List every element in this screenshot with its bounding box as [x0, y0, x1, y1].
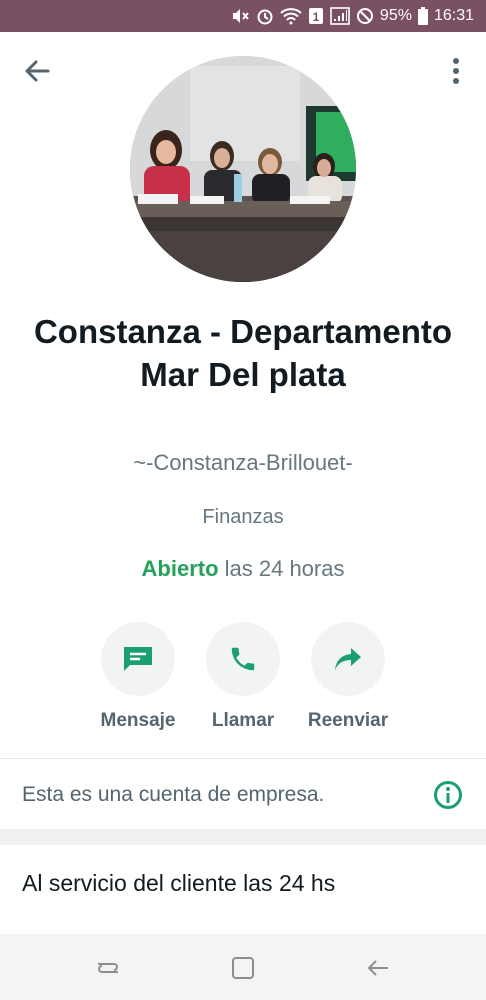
more-options-button[interactable] [440, 54, 472, 88]
battery-percent: 95% [379, 7, 412, 24]
call-label: Llamar [211, 710, 275, 731]
message-icon [124, 647, 152, 671]
forward-button-circle [311, 622, 385, 696]
forward-button[interactable]: Reenviar [293, 622, 403, 732]
contact-name: Constanza - Departamento Mar Del plata [33, 313, 453, 393]
info-button[interactable] [432, 779, 464, 811]
alarm-icon [256, 7, 274, 25]
dnd-icon [356, 7, 374, 25]
section-separator [0, 829, 486, 845]
back-button[interactable] [20, 54, 54, 88]
system-navigation-bar [0, 934, 486, 1000]
contact-pushname: ~-Constanza-Brillouet- [133, 450, 353, 475]
business-hours[interactable]: Abierto las 24 horas [0, 556, 486, 582]
business-account-row[interactable]: Esta es una cuenta de empresa. [0, 759, 486, 829]
info-icon [434, 781, 462, 809]
message-button[interactable]: Mensaje [83, 622, 193, 732]
forward-label: Reenviar [307, 710, 389, 731]
svg-text:1: 1 [313, 10, 320, 24]
hours-status: Abierto [141, 556, 219, 581]
recent-apps-icon [98, 963, 118, 973]
forward-icon [335, 648, 361, 670]
phone-icon [231, 647, 255, 671]
more-vert-icon [453, 58, 459, 84]
status-bar: 1 95% 16:31 [0, 0, 486, 32]
battery-icon [417, 7, 428, 25]
action-buttons: Mensaje Llamar Reenviar [0, 622, 486, 742]
sim-icon: 1 [308, 7, 324, 25]
arrow-back-icon [25, 60, 50, 82]
message-button-circle [101, 622, 175, 696]
hours-text: las 24 horas [218, 556, 345, 581]
message-label: Mensaje [100, 710, 176, 731]
mute-icon [230, 7, 250, 25]
home-icon [232, 957, 254, 979]
home-button[interactable] [229, 954, 257, 982]
recent-apps-button[interactable] [94, 954, 122, 982]
profile-photo-image [130, 56, 356, 282]
system-back-button[interactable] [364, 954, 392, 982]
call-button[interactable]: Llamar [188, 622, 298, 732]
profile-photo[interactable] [130, 56, 356, 282]
business-account-text: Esta es una cuenta de empresa. [22, 783, 325, 806]
system-back-icon [367, 960, 388, 976]
status-time: 16:31 [433, 7, 474, 24]
business-description: Al servicio del cliente las 24 hs [22, 870, 336, 896]
signal-icon [330, 7, 350, 25]
wifi-icon [280, 7, 302, 25]
call-button-circle [206, 622, 280, 696]
business-category: Finanzas [202, 506, 284, 528]
